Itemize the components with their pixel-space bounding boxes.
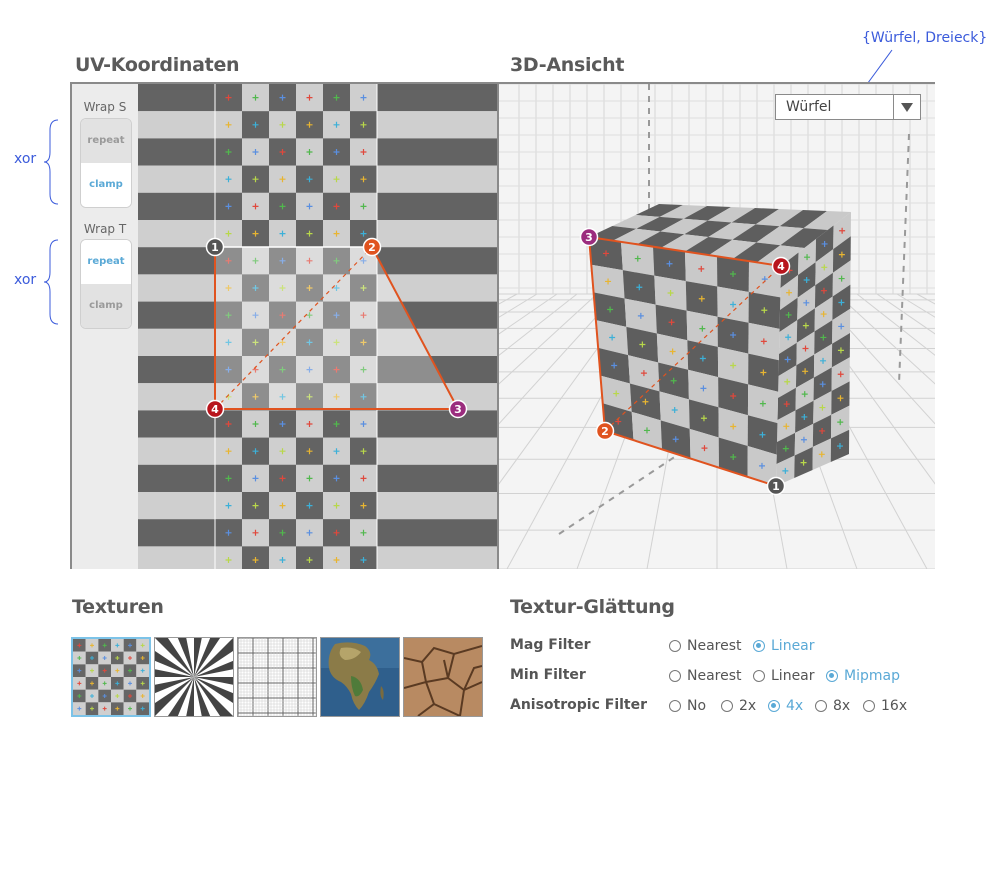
min-filter-mipmap-radio[interactable]: Mipmap	[826, 668, 900, 684]
mag-filter-label: Mag Filter	[510, 637, 591, 653]
cracked-earth-texture-icon	[404, 638, 482, 716]
aniso-16x-radio[interactable]: 16x	[863, 698, 907, 714]
dropdown-arrow[interactable]	[893, 95, 920, 119]
radio-label: Mipmap	[844, 668, 900, 684]
starburst-texture-icon	[155, 638, 233, 716]
cube-vertex-1-badge: 1	[766, 476, 786, 496]
uv-vertex-4-badge: 4	[205, 399, 225, 419]
radio-off-icon	[669, 700, 681, 712]
geometry-select-value: Würfel	[786, 99, 832, 115]
wrap-controls: Wrap S repeat clamp Wrap T repeat clamp	[72, 84, 139, 569]
wrap-s-clamp-button[interactable]: clamp	[81, 163, 131, 207]
3d-view[interactable]: 1 2 3 4 Würfel	[497, 84, 935, 569]
textures-title: Texturen	[72, 596, 164, 618]
radio-off-icon	[815, 700, 827, 712]
radio-label: Linear	[771, 668, 815, 684]
uv-texture-canvas[interactable]: 1 2 3 4	[138, 84, 497, 569]
3d-scene-canvas[interactable]: 1 2 3 4	[499, 84, 935, 569]
vertex-number: 4	[211, 403, 219, 416]
vertex-number: 2	[368, 241, 376, 254]
texture-checkerboard[interactable]	[71, 637, 151, 717]
radio-label: 2x	[739, 698, 757, 714]
radio-on-icon	[753, 640, 765, 652]
uv-coordinates-view[interactable]: 1 2 3 4	[138, 84, 497, 569]
radio-on-icon	[768, 700, 780, 712]
view-panel-title: 3D-Ansicht	[510, 54, 625, 76]
wrap-t-label: Wrap T	[83, 222, 127, 236]
aniso-no-radio[interactable]: No	[669, 698, 706, 714]
texture-earth[interactable]	[320, 637, 400, 717]
radio-label: Nearest	[687, 668, 742, 684]
vertex-number: 3	[454, 403, 462, 416]
wrap-t-toggle: repeat clamp	[80, 239, 132, 329]
vertex-number: 1	[772, 480, 780, 493]
uv-panel-title: UV-Koordinaten	[75, 54, 240, 76]
vertex-number: 3	[585, 231, 593, 244]
uv-vertex-3-badge: 3	[448, 399, 468, 419]
checkerboard-texture-icon	[73, 639, 149, 715]
aniso-4x-radio[interactable]: 4x	[768, 698, 803, 714]
radio-label: No	[687, 698, 707, 714]
mag-filter-nearest-radio[interactable]: Nearest	[669, 638, 742, 654]
grid-texture-icon	[238, 638, 316, 716]
aniso-2x-radio[interactable]: 2x	[721, 698, 756, 714]
earth-texture-icon	[321, 638, 399, 716]
min-filter-nearest-radio[interactable]: Nearest	[669, 668, 742, 684]
min-filter-label: Min Filter	[510, 667, 586, 683]
filtering-title: Textur-Glättung	[510, 596, 675, 618]
mag-filter-linear-radio[interactable]: Linear	[753, 638, 815, 654]
wrap-t-repeat-button[interactable]: repeat	[81, 240, 131, 284]
geometry-select[interactable]: Würfel	[775, 94, 921, 120]
wrap-s-repeat-button[interactable]: repeat	[81, 119, 131, 163]
texture-starburst[interactable]	[154, 637, 234, 717]
cube-vertex-4-badge: 4	[771, 256, 791, 276]
xor-brace-s-icon	[44, 119, 59, 205]
geometry-options-annotation: {Würfel, Dreieck}	[862, 30, 988, 46]
vertex-number: 4	[777, 260, 785, 273]
xor-brace-t-icon	[44, 239, 59, 325]
radio-label: 8x	[833, 698, 851, 714]
radio-on-icon	[826, 670, 838, 682]
radio-off-icon	[669, 640, 681, 652]
chevron-down-icon	[901, 103, 913, 112]
radio-off-icon	[721, 700, 733, 712]
xor-wrap-t-annotation: xor	[14, 272, 37, 288]
vertex-number: 1	[211, 241, 219, 254]
main-viewport-panel: Wrap S repeat clamp Wrap T repeat clamp …	[70, 82, 935, 569]
min-filter-linear-radio[interactable]: Linear	[753, 668, 815, 684]
wrap-s-label: Wrap S	[83, 100, 127, 114]
xor-wrap-s-annotation: xor	[14, 151, 37, 167]
uv-vertex-2-badge: 2	[362, 237, 382, 257]
cube-vertex-3-badge: 3	[579, 227, 599, 247]
wrap-t-clamp-button[interactable]: clamp	[81, 284, 131, 328]
radio-label: 4x	[786, 698, 804, 714]
vertex-number: 2	[601, 425, 609, 438]
radio-off-icon	[863, 700, 875, 712]
radio-off-icon	[669, 670, 681, 682]
texture-grid[interactable]	[237, 637, 317, 717]
radio-off-icon	[753, 670, 765, 682]
radio-label: Linear	[771, 638, 815, 654]
aniso-8x-radio[interactable]: 8x	[815, 698, 850, 714]
radio-label: Nearest	[687, 638, 742, 654]
radio-label: 16x	[881, 698, 908, 714]
wrap-s-toggle: repeat clamp	[80, 118, 132, 208]
texture-cracked-earth[interactable]	[403, 637, 483, 717]
cube-vertex-2-badge: 2	[595, 421, 615, 441]
uv-vertex-1-badge: 1	[205, 237, 225, 257]
anisotropic-filter-label: Anisotropic Filter	[510, 697, 648, 713]
